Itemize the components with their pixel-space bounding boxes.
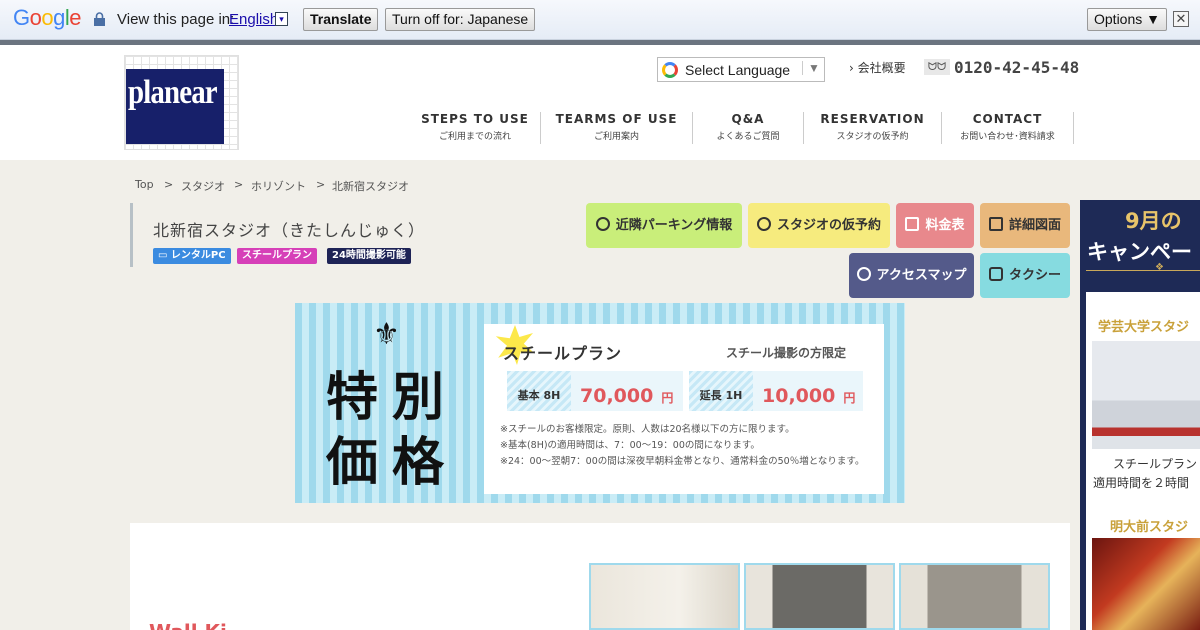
breadcrumb-separator: > — [234, 178, 244, 191]
button-label: タクシー — [1008, 268, 1061, 283]
google-logo: Google — [13, 5, 82, 30]
close-icon[interactable]: ✕ — [1173, 11, 1189, 27]
button-label: スタジオの仮予約 — [776, 218, 881, 233]
nav-en-label: RESERVATION — [820, 112, 925, 126]
gold-divider — [1086, 270, 1200, 271]
studio-text: スチールプラン — [1113, 457, 1198, 471]
options-button[interactable]: Options ▼ — [1087, 8, 1167, 31]
breadcrumb-separator: > — [316, 178, 326, 191]
nav-qa[interactable]: Q&A よくあるご質問 — [693, 112, 804, 144]
studio-photo[interactable] — [744, 563, 895, 630]
special-heading-line2: 価格 — [326, 433, 459, 493]
view-page-label: View this page in: — [117, 11, 235, 28]
special-heading-line1: 特別 — [326, 368, 459, 428]
floorplan-icon — [988, 217, 1003, 231]
nav-jp-label: お問い合わせ･資料請求 — [960, 132, 1055, 142]
button-label: アクセスマップ — [876, 268, 967, 283]
nav-en-label: Q&A — [731, 112, 765, 126]
nav-contact[interactable]: CONTACT お問い合わせ･資料請求 — [942, 112, 1074, 144]
site-logo[interactable]: planear — [124, 55, 239, 150]
studio-photo[interactable] — [899, 563, 1050, 630]
taxi-button[interactable]: タクシー — [980, 253, 1070, 298]
button-label: 料金表 — [925, 218, 965, 233]
taxi-icon — [988, 267, 1003, 281]
studio-heading: 明大前スタジ — [1110, 520, 1189, 535]
nav-reservation[interactable]: RESERVATION スタジオの仮予約 — [804, 112, 942, 144]
select-language-dropdown[interactable]: Select Language ▼ — [657, 57, 825, 82]
lock-icon — [94, 12, 105, 26]
plan-name: スチールプラン — [503, 344, 623, 363]
plan-note: スチール撮影の方限定 — [726, 346, 847, 360]
site-header: planear Select Language ▼ › 会社概要 ᗢᗢ 0120… — [0, 45, 1200, 160]
translate-button[interactable]: Translate — [303, 8, 379, 31]
studio-thumbnail[interactable] — [1092, 341, 1200, 449]
free-dial-icon: ᗢᗢ — [924, 59, 950, 75]
nav-en-label: TEARMS OF USE — [555, 112, 678, 126]
logo-text: planear — [128, 74, 218, 111]
reservation-button[interactable]: スタジオの仮予約 — [748, 203, 890, 248]
parking-icon — [595, 217, 610, 231]
page-title: 北新宿スタジオ（きたしんじゅく） — [153, 221, 426, 240]
tag-still-plan: スチールプラン — [237, 248, 317, 264]
nav-steps-to-use[interactable]: STEPS TO USE ご利用までの流れ — [410, 112, 541, 144]
breadcrumb-separator: > — [164, 178, 174, 191]
extension-price-value: 10,000 円 — [753, 371, 863, 411]
campaign-title-line2: キャンペー — [1087, 240, 1192, 264]
nav-jp-label: ご利用案内 — [593, 132, 639, 142]
breadcrumb-studio[interactable]: スタジオ — [181, 178, 225, 194]
phone-number[interactable]: 0120-42-45-48 — [954, 58, 1079, 77]
yen-label: 円 — [843, 391, 856, 405]
nav-terms-of-use[interactable]: TEARMS OF USE ご利用案内 — [541, 112, 693, 144]
turn-off-button[interactable]: Turn off for: Japanese — [385, 8, 536, 31]
tag-24h: 24時間撮影可能 — [327, 248, 411, 264]
company-link[interactable]: › 会社概要 — [849, 59, 906, 76]
nav-jp-label: スタジオの仮予約 — [836, 132, 909, 142]
nav-jp-label: よくあるご質問 — [716, 132, 780, 142]
clock-icon — [756, 217, 771, 231]
price-table-button[interactable]: 料金表 — [896, 203, 974, 248]
note-line: ※基本(8H)の適用時間は、7：00〜19：00の間になります。 — [500, 440, 760, 451]
price-amount: 70,000 — [580, 385, 654, 407]
nav-en-label: STEPS TO USE — [421, 112, 529, 126]
studio-heading: 学芸大学スタジ — [1098, 320, 1190, 335]
base-price-label: 基本 8H — [507, 371, 571, 411]
nav-en-label: CONTACT — [972, 112, 1043, 126]
price-amount: 10,000 — [762, 385, 836, 407]
price-notes: ※スチールのお客様限定。原則、人数は20名様以下の方に限ります。 ※基本(8H)… — [500, 422, 880, 470]
breadcrumb-horizont[interactable]: ホリゾント — [251, 178, 306, 194]
tag-rental-pc: ▭ レンタルPC — [153, 248, 231, 264]
fleur-de-lis-icon: ⚜ — [373, 317, 400, 352]
button-label: 詳細図面 — [1008, 218, 1061, 233]
yen-label: 円 — [661, 391, 674, 405]
note-line: ※24：00〜翌朝7：00の間は深夜早朝料金帯となり、通常料金の50％増となりま… — [500, 456, 865, 467]
calculator-icon — [905, 217, 920, 231]
nav-jp-label: ご利用までの流れ — [438, 132, 511, 142]
studio-photo[interactable] — [589, 563, 740, 630]
title-accent-bar — [130, 203, 133, 267]
base-price-value: 70,000 円 — [571, 371, 683, 411]
studio-text: 適用時間を２時間 — [1093, 476, 1190, 490]
floor-plan-button[interactable]: 詳細図面 — [980, 203, 1070, 248]
breadcrumb-current: 北新宿スタジオ — [332, 180, 409, 193]
breadcrumb-top[interactable]: Top — [135, 178, 154, 191]
map-pin-icon — [856, 267, 871, 281]
access-map-button[interactable]: アクセスマップ — [849, 253, 974, 298]
section-heading: Wall Ki — [149, 620, 227, 630]
google-translate-bar: Google View this page in: English ▾ Tran… — [0, 0, 1200, 40]
parking-info-button[interactable]: 近隣パーキング情報 — [586, 203, 742, 248]
note-line: ※スチールのお客様限定。原則、人数は20名様以下の方に限ります。 — [500, 424, 795, 435]
campaign-title: 9月の — [1125, 209, 1182, 233]
studio-thumbnail[interactable] — [1092, 538, 1200, 630]
select-language-label: Select Language — [685, 62, 791, 78]
ornament-icon: ❖ — [1155, 262, 1164, 273]
button-label: 近隣パーキング情報 — [615, 218, 733, 233]
chevron-down-icon: ▼ — [802, 61, 820, 75]
language-link[interactable]: English — [229, 11, 278, 28]
extension-price-label: 延長 1H — [689, 371, 753, 411]
google-g-icon — [662, 62, 678, 78]
language-dropdown-icon[interactable]: ▾ — [275, 12, 288, 26]
